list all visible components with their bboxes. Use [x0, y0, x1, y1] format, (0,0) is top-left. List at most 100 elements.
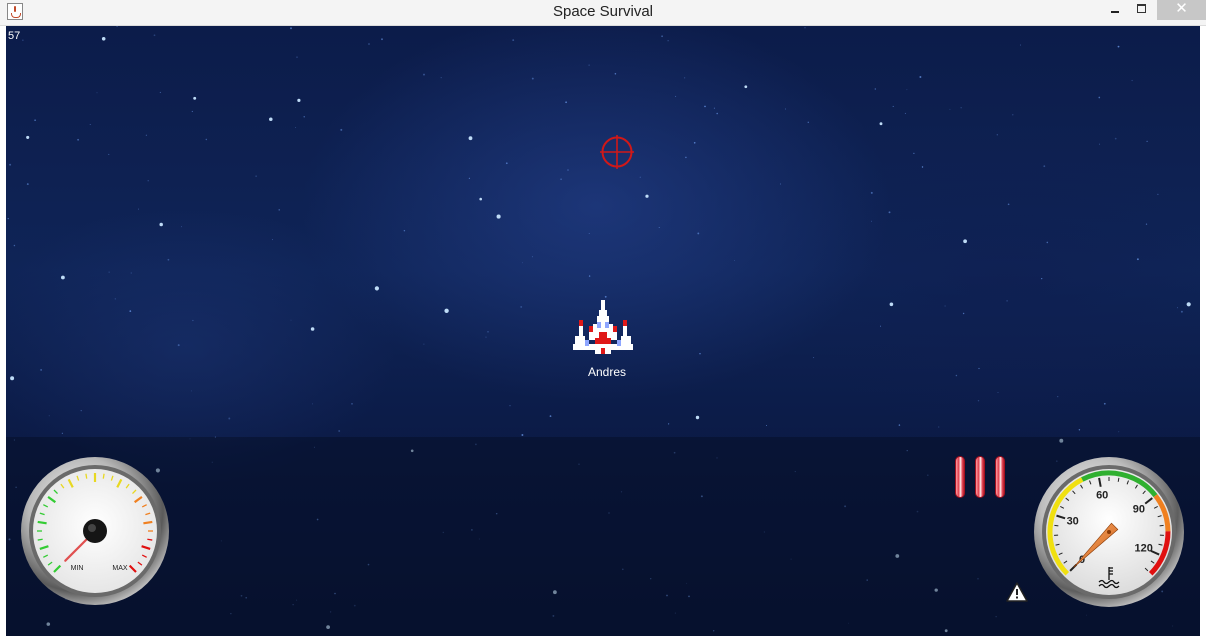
- star: [138, 208, 139, 210]
- star: [181, 226, 183, 228]
- star: [962, 312, 965, 315]
- star: [667, 423, 670, 425]
- star: [658, 227, 660, 228]
- temperature-gauge-tick: [1117, 477, 1120, 482]
- fuel-gauge-max-label: MAX: [112, 565, 128, 572]
- star: [381, 38, 383, 41]
- star: [919, 76, 922, 78]
- star: [921, 166, 924, 168]
- star: [1012, 114, 1014, 116]
- star: [303, 116, 305, 118]
- star: [10, 376, 15, 381]
- star: [938, 426, 940, 428]
- crosshair-icon: [600, 135, 634, 169]
- star: [22, 39, 24, 41]
- star: [955, 374, 958, 377]
- star: [159, 91, 161, 93]
- star: [1098, 96, 1101, 99]
- star: [1145, 223, 1148, 225]
- star: [661, 35, 663, 38]
- star: [963, 239, 967, 244]
- star: [522, 262, 523, 264]
- star: [26, 135, 30, 139]
- close-icon: ✕: [1175, 0, 1188, 17]
- star: [444, 308, 449, 313]
- ammo-bar: [955, 456, 965, 498]
- star: [1176, 307, 1178, 309]
- star: [560, 178, 562, 181]
- star: [780, 183, 782, 185]
- star: [89, 124, 91, 125]
- hud-panel: [6, 437, 1200, 636]
- star: [744, 85, 748, 89]
- star: [290, 27, 292, 30]
- star: [271, 239, 274, 241]
- close-button[interactable]: ✕: [1157, 0, 1206, 20]
- star: [77, 138, 80, 141]
- star: [310, 327, 315, 331]
- star: [479, 197, 483, 201]
- star: [944, 305, 946, 307]
- fuel-gauge-tick: [143, 520, 153, 525]
- star: [368, 43, 370, 45]
- star: [1146, 140, 1148, 143]
- fuel-gauge-tick: [37, 538, 43, 541]
- star: [1041, 277, 1043, 280]
- star: [340, 128, 343, 131]
- star: [997, 392, 999, 393]
- star: [468, 136, 473, 141]
- star: [1186, 302, 1191, 307]
- star: [147, 180, 149, 182]
- maximize-button[interactable]: [1129, 0, 1153, 20]
- star: [588, 64, 590, 66]
- fuel-gauge-tick: [85, 473, 88, 479]
- star: [153, 34, 156, 37]
- fuel-gauge: MIN MAX: [21, 457, 169, 605]
- window-titlebar[interactable]: Space Survival ✕: [0, 0, 1206, 26]
- star: [9, 163, 12, 166]
- star: [509, 405, 511, 407]
- star: [192, 319, 194, 322]
- star: [804, 27, 806, 29]
- star: [296, 56, 298, 58]
- game-canvas[interactable]: 57 Andres MIN MAX 30 60 90 120: [6, 26, 1200, 636]
- star: [667, 40, 669, 42]
- star: [588, 232, 590, 234]
- star: [1007, 203, 1010, 206]
- fuel-gauge-tick: [147, 538, 153, 541]
- star: [338, 430, 341, 432]
- star: [496, 214, 501, 219]
- spaceship-icon[interactable]: [573, 300, 633, 362]
- star: [191, 110, 193, 113]
- star: [531, 77, 534, 80]
- star: [101, 37, 106, 41]
- star: [879, 122, 883, 126]
- star: [871, 220, 872, 222]
- star: [1006, 300, 1008, 302]
- star: [108, 153, 110, 155]
- star: [1117, 45, 1120, 48]
- temperature-gauge-label-60: 60: [1096, 490, 1108, 502]
- star: [269, 117, 273, 122]
- fps-counter: 57: [8, 30, 21, 42]
- star: [1057, 396, 1059, 398]
- star: [684, 77, 686, 79]
- ammo-indicator: [951, 456, 1011, 502]
- star: [191, 390, 192, 392]
- temperature-gauge: 0 30 60 90 120: [1034, 457, 1184, 607]
- star: [60, 275, 65, 280]
- star: [423, 343, 425, 345]
- window-title: Space Survival: [552, 3, 654, 20]
- star: [312, 403, 313, 405]
- star: [807, 121, 810, 124]
- minimize-button[interactable]: [1103, 0, 1127, 20]
- star: [565, 101, 567, 104]
- star: [639, 176, 641, 178]
- star: [351, 403, 353, 405]
- player-name-label: Andres: [587, 365, 627, 379]
- star: [7, 218, 9, 220]
- star: [588, 275, 591, 277]
- star: [423, 73, 425, 76]
- star: [521, 434, 524, 436]
- star: [716, 112, 719, 115]
